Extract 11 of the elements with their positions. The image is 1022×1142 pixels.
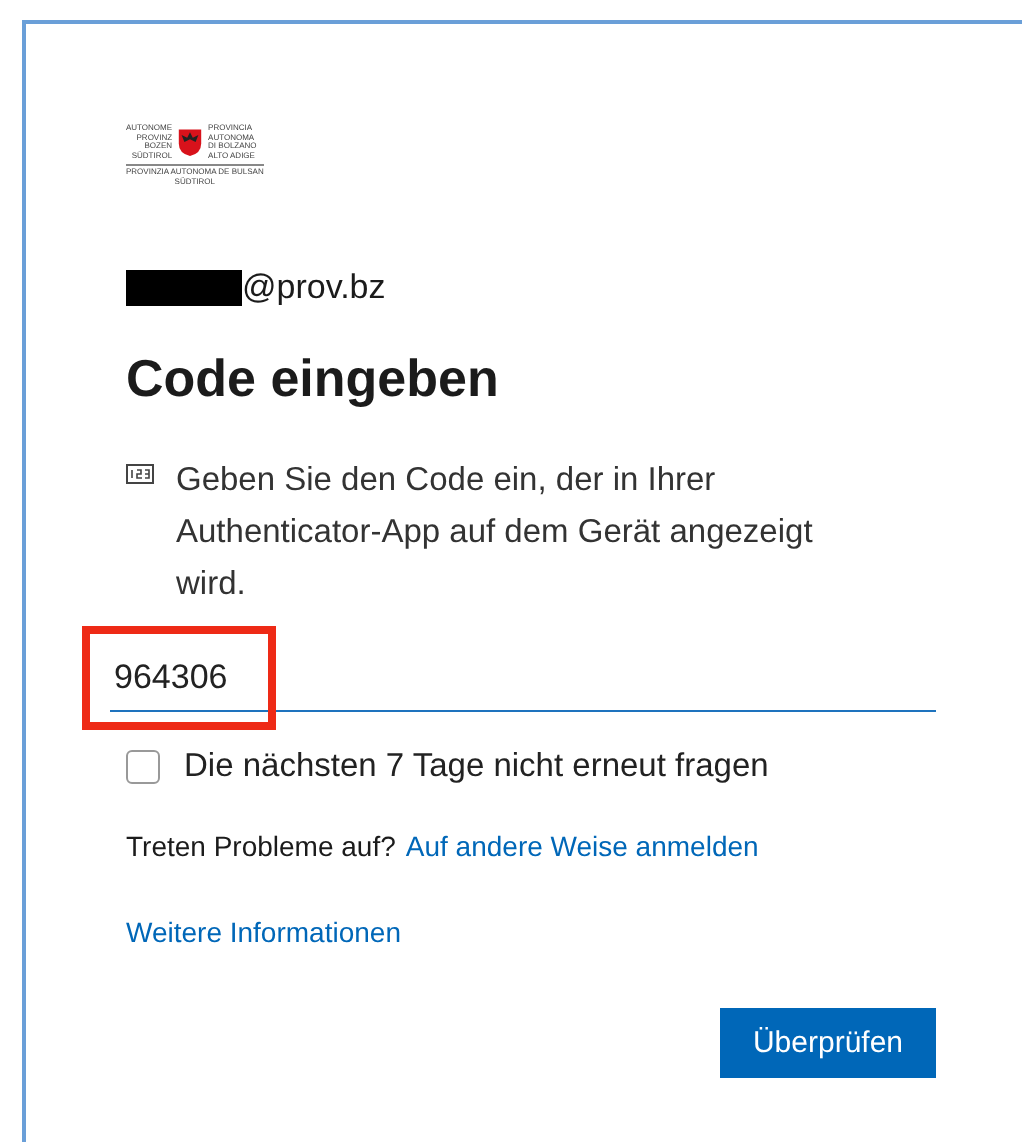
instruction-text: Geben Sie den Code ein, der in Ihrer Authenticator-App auf dem Gerät angezeigt wird.	[176, 459, 815, 606]
account-email: @prov.bz	[242, 267, 386, 308]
alternative-signin-link[interactable]: Auf andere Weise anmelden	[405, 829, 759, 862]
page-title: Code eingeben	[126, 347, 501, 410]
checkbox-label: Die nächsten 7 Tage nicht erneut fragen	[184, 747, 769, 786]
verify-button[interactable]: Überprüfen	[720, 1007, 936, 1078]
more-info-link[interactable]: Weitere Informationen	[126, 915, 401, 948]
eagle-shield-icon	[176, 126, 205, 159]
remember-checkbox[interactable]	[126, 749, 160, 784]
number-code-icon	[126, 463, 154, 484]
trouble-text: Treten Probleme auf?	[126, 829, 396, 862]
